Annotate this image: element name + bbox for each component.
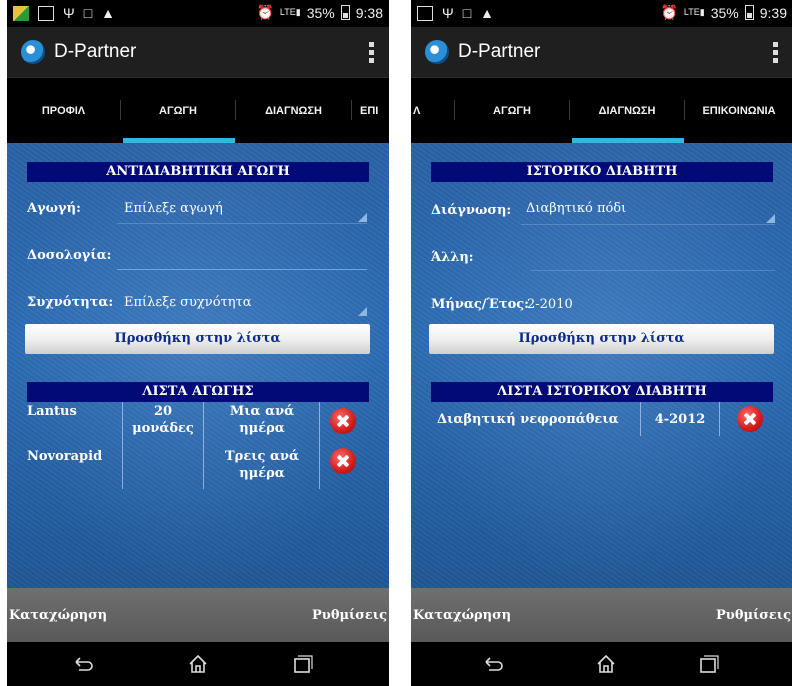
image-notification-icon <box>417 5 433 21</box>
spinner-arrow-icon <box>358 307 367 316</box>
image-notification-icon <box>38 5 54 21</box>
list-header: ΛΙΣΤΑ ΙΣΤΟΡΙΚΟΥ ΔΙΑΒΗΤΗ <box>431 382 773 402</box>
list-header: ΛΙΣΤΑ ΑΓΩΓΗΣ <box>27 382 369 402</box>
app-title: D-Partner <box>54 41 137 62</box>
back-icon[interactable] <box>483 653 505 675</box>
tab-bar: Λ ΑΓΩΓΗ ΔΙΑΓΝΩΣΗ ΕΠΙΚΟΙΝΩΝΙΑ <box>411 78 792 143</box>
bottom-bar: Καταχώρηση Ρυθμίσεις <box>7 588 389 642</box>
column-separator <box>640 402 641 436</box>
frequency-cell: Τρεις ανά ημέρα <box>225 449 299 481</box>
tab-diagnosis[interactable]: ΔΙΑΓΝΩΣΗ <box>236 78 351 143</box>
settings-button[interactable]: Ρυθμίσεις <box>312 608 387 623</box>
other-underline <box>531 270 775 271</box>
bottom-bar: Καταχώρηση Ρυθμίσεις <box>411 588 792 642</box>
app-logo-icon[interactable] <box>21 40 45 64</box>
tab-bar: ΠΡΟΦΙΛ ΑΓΩΓΗ ΔΙΑΓΝΩΣΗ ΕΠΙ <box>7 78 389 143</box>
section-header: ΙΣΤΟΡΙΚΟ ΔΙΑΒΗΤΗ <box>431 162 773 182</box>
clock: 9:38 <box>355 4 383 21</box>
sync-icon: □ <box>462 5 472 21</box>
phone-screen-treatment: Ψ □ ▲ ⏰ LTE▮ 35% 9:38 D-Partner ΠΡΟΦΙΛ Α… <box>7 0 389 686</box>
tab-treatment[interactable]: ΑΓΩΓΗ <box>121 78 235 143</box>
delete-icon[interactable] <box>737 406 763 432</box>
delete-icon[interactable] <box>330 408 356 434</box>
overflow-menu-icon[interactable] <box>773 42 779 63</box>
system-nav-bar <box>411 642 792 686</box>
battery-icon <box>340 5 350 20</box>
tab-communication[interactable]: ΕΠΙΚΟΙΝΩΝΙΑ <box>685 78 792 143</box>
frequency-cell: Μια ανά ημέρα <box>229 404 295 436</box>
recent-apps-icon[interactable] <box>697 653 719 675</box>
alarm-icon: ⏰ <box>660 4 678 20</box>
sync-icon: □ <box>83 5 93 21</box>
diagnosis-content: ΙΣΤΟΡΙΚΟ ΔΙΑΒΗΤΗ Διάγνωση: Διαβητικό πόδ… <box>411 143 792 588</box>
system-nav-bar <box>7 642 389 686</box>
back-icon[interactable] <box>73 653 95 675</box>
tab-diagnosis[interactable]: ΔΙΑΓΝΩΣΗ <box>570 78 684 143</box>
dosage-label: Δοσολογία: <box>27 248 112 263</box>
gallery-notification-icon <box>13 5 29 21</box>
treatment-label: Αγωγή: <box>27 201 81 216</box>
lte-signal-icon: LTE▮ <box>279 7 301 17</box>
frequency-label: Συχνότητα: <box>27 295 114 310</box>
battery-percent: 35% <box>306 4 335 21</box>
action-bar: D-Partner <box>7 27 389 78</box>
delete-icon[interactable] <box>330 448 356 474</box>
column-separator <box>203 402 204 489</box>
diagnosis-spinner[interactable]: Διαβητικό πόδι <box>526 201 626 216</box>
treatment-spinner[interactable]: Επίλεξε αγωγή <box>124 201 223 216</box>
drug-cell: Lantus <box>27 404 77 419</box>
alarm-icon: ⏰ <box>256 4 274 20</box>
other-label: Άλλη: <box>431 250 474 265</box>
phone-screen-diagnosis: Ψ □ ▲ ⏰ LTE▮ 35% 9:39 D-Partner Λ ΑΓΩΓΗ … <box>411 0 792 686</box>
add-to-list-button[interactable]: Προσθήκη στην λίστα <box>429 324 774 354</box>
dose-cell: 20 μονάδες <box>132 404 194 436</box>
tab-communication-partial[interactable]: ΕΠΙ <box>352 78 389 143</box>
lte-signal-icon: LTE▮ <box>683 7 705 17</box>
tab-profile-partial[interactable]: Λ <box>411 78 451 143</box>
clock: 9:39 <box>759 4 787 21</box>
spinner-underline <box>521 224 775 225</box>
android-debug-icon: ▲ <box>101 5 116 21</box>
settings-button[interactable]: Ρυθμίσεις <box>716 608 791 623</box>
condition-cell: Διαβητική νεφροπάθεια <box>437 412 619 427</box>
spinner-underline <box>117 223 367 224</box>
drug-cell: Novorapid <box>27 449 103 464</box>
home-icon[interactable] <box>595 653 617 675</box>
overflow-menu-icon[interactable] <box>369 42 375 63</box>
column-separator <box>319 402 320 489</box>
battery-percent: 35% <box>710 4 739 21</box>
date-cell: 4-2012 <box>654 412 706 427</box>
register-button[interactable]: Καταχώρηση <box>413 608 511 623</box>
recent-apps-icon[interactable] <box>291 653 313 675</box>
column-separator <box>719 402 720 436</box>
spinner-arrow-icon <box>766 214 775 223</box>
status-bar: Ψ □ ▲ ⏰ LTE▮ 35% 9:39 <box>411 0 792 27</box>
home-icon[interactable] <box>187 653 209 675</box>
date-value[interactable]: 2-2010 <box>527 297 573 312</box>
tab-treatment[interactable]: ΑΓΩΓΗ <box>455 78 569 143</box>
usb-icon: Ψ <box>442 5 454 21</box>
action-bar: D-Partner <box>411 27 792 78</box>
tab-profile[interactable]: ΠΡΟΦΙΛ <box>7 78 120 143</box>
spinner-arrow-icon <box>358 213 367 222</box>
battery-icon <box>744 5 754 20</box>
network-type: LTE <box>279 7 296 17</box>
section-header: ΑΝΤΙΔΙΑΒΗΤΙΚΗ ΑΓΩΓΗ <box>27 162 369 182</box>
date-label: Μήνας/Έτος: <box>431 297 529 312</box>
usb-icon: Ψ <box>63 5 75 21</box>
network-type: LTE <box>683 7 700 17</box>
app-logo-icon[interactable] <box>425 40 449 64</box>
treatment-content: ΑΝΤΙΔΙΑΒΗΤΙΚΗ ΑΓΩΓΗ Αγωγή: Επίλεξε αγωγή… <box>7 143 389 588</box>
add-to-list-button[interactable]: Προσθήκη στην λίστα <box>25 324 370 354</box>
app-title: D-Partner <box>458 41 541 62</box>
diagnosis-label: Διάγνωση: <box>431 203 512 218</box>
android-debug-icon: ▲ <box>480 5 495 21</box>
register-button[interactable]: Καταχώρηση <box>9 608 107 623</box>
status-bar: Ψ □ ▲ ⏰ LTE▮ 35% 9:38 <box>7 0 389 27</box>
dosage-underline <box>117 269 367 270</box>
frequency-spinner[interactable]: Επίλεξε συχνότητα <box>124 295 251 310</box>
column-separator <box>122 402 123 489</box>
